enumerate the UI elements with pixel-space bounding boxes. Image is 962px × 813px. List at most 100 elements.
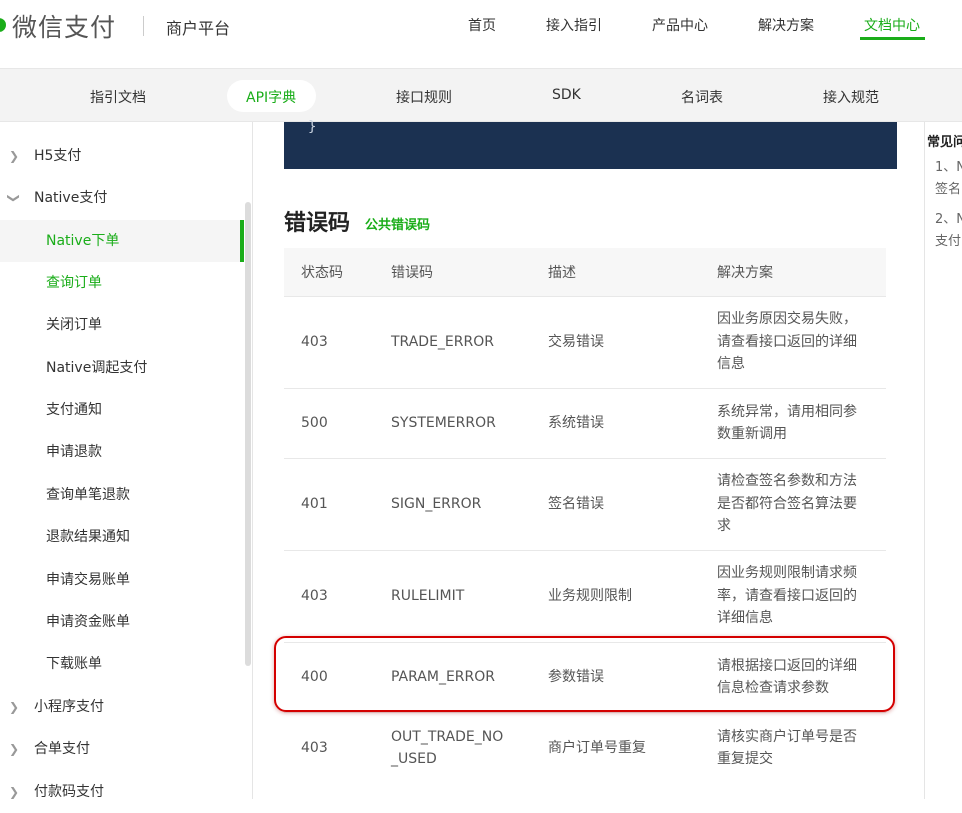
sidebar-group-combined-pay[interactable]: ❯ 合单支付: [0, 728, 244, 770]
sidebar-item-query-order[interactable]: 查询订单: [0, 262, 244, 304]
cell-status: 403: [284, 711, 391, 784]
sidebar-item-label: 查询订单: [46, 275, 102, 291]
cell-desc: 交易错误: [548, 295, 717, 388]
code-closing-brace: }: [308, 119, 317, 135]
chevron-right-icon: ❯: [9, 149, 20, 163]
cell-solution: 请核实商户订单号是否重复提交: [717, 711, 886, 784]
sidebar-item-label: 申请资金账单: [46, 614, 130, 630]
sidebar-group-mini-program[interactable]: ❯ 小程序支付: [0, 686, 244, 728]
sidebar-item-native-order[interactable]: Native下单: [0, 220, 244, 262]
sidebar-item-download-bill[interactable]: 下载账单: [0, 643, 244, 685]
sub-navigation: 指引文档 API字典 接口规则 SDK 名词表 接入规范: [0, 68, 962, 122]
logo-text[interactable]: 微信支付: [12, 8, 116, 44]
sidebar-item-close-order[interactable]: 关闭订单: [0, 304, 244, 346]
chevron-right-icon: ❯: [9, 785, 20, 799]
col-header-desc: 描述: [548, 248, 717, 296]
sidebar-item-pay-notify[interactable]: 支付通知: [0, 389, 244, 431]
table-row: 400 PARAM_ERROR 参数错误 请根据接口返回的详细信息检查请求参数: [284, 641, 886, 712]
sidebar-item-label: 申请退款: [46, 444, 102, 460]
sidebar-item-fund-bill[interactable]: 申请资金账单: [0, 601, 244, 643]
cell-status: 403: [284, 549, 391, 642]
cell-desc: 签名错误: [548, 457, 717, 550]
sidebar-item-label: 支付通知: [46, 402, 102, 418]
table-row: 500 SYSTEMERROR 系统错误 系统异常，请用相同参数重新调用: [284, 387, 886, 458]
cell-status: 401: [284, 457, 391, 550]
cell-solution: 请检查签名参数和方法是否都符合签名算法要求: [717, 457, 886, 550]
col-header-code: 错误码: [391, 248, 548, 296]
faq-panel: 常见问 1、N 签名 2、N 支付: [924, 122, 962, 799]
sidebar-item-label: Native支付: [34, 190, 108, 206]
sidebar-item-trade-bill[interactable]: 申请交易账单: [0, 559, 244, 601]
faq-item-cont[interactable]: 签名: [935, 178, 961, 197]
sidebar-item-label: 申请交易账单: [46, 572, 130, 588]
cell-solution: 请根据接口返回的详细信息检查请求参数: [717, 641, 886, 712]
cell-solution: 因业务原因交易失败，请查看接口返回的详细信息: [717, 295, 886, 388]
sidebar-item-label: Native下单: [46, 233, 120, 249]
sidebar-group-native-pay[interactable]: ❯ Native支付: [0, 177, 244, 219]
cell-solution: 系统异常，请用相同参数重新调用: [717, 387, 886, 458]
tab-api-dictionary[interactable]: API字典: [246, 87, 296, 107]
col-header-status: 状态码: [284, 248, 391, 296]
cell-status: 400: [284, 641, 391, 712]
sidebar: ❯ H5支付 ❯ Native支付 Native下单 查询订单 关闭订单 Nat…: [0, 122, 253, 800]
sidebar-item-label: 关闭订单: [46, 317, 102, 333]
cell-code: OUT_TRADE_NO_USED: [391, 711, 548, 784]
sidebar-item-label: 查询单笔退款: [46, 487, 130, 503]
sidebar-item-label: Native调起支付: [46, 360, 148, 376]
sidebar-item-refund[interactable]: 申请退款: [0, 431, 244, 473]
faq-item-cont[interactable]: 支付: [935, 230, 961, 249]
tab-sdk[interactable]: SDK: [552, 87, 581, 103]
cell-desc: 系统错误: [548, 387, 717, 458]
nav-solutions[interactable]: 解决方案: [758, 15, 814, 35]
table-row: 403 RULELIMIT 业务规则限制 因业务规则限制请求频率，请查看接口返回…: [284, 549, 886, 642]
nav-docs[interactable]: 文档中心: [864, 15, 920, 35]
nav-guide[interactable]: 接入指引: [546, 15, 602, 35]
chevron-right-icon: ❯: [9, 700, 20, 714]
cell-desc: 业务规则限制: [548, 549, 717, 642]
sidebar-item-label: 付款码支付: [34, 784, 104, 800]
tab-glossary[interactable]: 名词表: [681, 87, 723, 107]
sidebar-item-label: H5支付: [34, 148, 82, 164]
cell-status: 403: [284, 295, 391, 388]
sidebar-item-label: 合单支付: [34, 741, 90, 757]
cell-code: TRADE_ERROR: [391, 295, 548, 388]
nav-active-underline: [860, 37, 925, 40]
cell-solution: 因业务规则限制请求频率，请查看接口返回的详细信息: [717, 549, 886, 642]
public-error-codes-link[interactable]: 公共错误码: [365, 214, 430, 233]
code-block: }: [284, 119, 897, 169]
tab-interface-rules[interactable]: 接口规则: [396, 87, 452, 107]
tab-access-spec[interactable]: 接入规范: [823, 87, 879, 107]
chevron-right-icon: ❯: [9, 742, 20, 756]
cell-desc: 参数错误: [548, 641, 717, 712]
top-header: 微信支付 商户平台 首页 接入指引 产品中心 解决方案 文档中心: [0, 0, 962, 68]
table-row: 401 SIGN_ERROR 签名错误 请检查签名参数和方法是否都符合签名算法要…: [284, 457, 886, 550]
sidebar-item-label: 小程序支付: [34, 699, 104, 715]
sidebar-item-label: 下载账单: [46, 656, 102, 672]
sidebar-item-query-refund[interactable]: 查询单笔退款: [0, 474, 244, 516]
logo-divider: [143, 16, 144, 36]
table-header-row: 状态码 错误码 描述 解决方案: [284, 248, 886, 296]
sidebar-scrollbar-thumb[interactable]: [245, 202, 251, 666]
platform-name: 商户平台: [166, 19, 231, 38]
col-header-solution: 解决方案: [717, 248, 886, 296]
sidebar-group-code-pay[interactable]: ❯ 付款码支付: [0, 771, 244, 813]
section-title: 错误码: [284, 211, 351, 236]
sidebar-item-label: 退款结果通知: [46, 529, 130, 545]
sidebar-item-native-invoke[interactable]: Native调起支付: [0, 347, 244, 389]
sidebar-item-refund-notify[interactable]: 退款结果通知: [0, 516, 244, 558]
cell-status: 500: [284, 387, 391, 458]
sidebar-group-h5-pay[interactable]: ❯ H5支付: [0, 135, 244, 177]
nav-home[interactable]: 首页: [468, 15, 496, 35]
tab-guide-docs[interactable]: 指引文档: [90, 87, 146, 107]
cell-code: SYSTEMERROR: [391, 387, 548, 458]
cell-code: SIGN_ERROR: [391, 457, 548, 550]
nav-products[interactable]: 产品中心: [652, 15, 708, 35]
faq-item[interactable]: 2、N: [935, 208, 962, 227]
cell-code: PARAM_ERROR: [391, 641, 548, 712]
table-row: 403 OUT_TRADE_NO_USED 商户订单号重复 请核实商户订单号是否…: [284, 711, 886, 784]
faq-title: 常见问: [927, 135, 962, 150]
table-row: 403 TRADE_ERROR 交易错误 因业务原因交易失败，请查看接口返回的详…: [284, 295, 886, 388]
faq-item[interactable]: 1、N: [935, 156, 962, 175]
cell-code: RULELIMIT: [391, 549, 548, 642]
error-code-table: 状态码 错误码 描述 解决方案 403 TRADE_ERROR 交易错误 因业务…: [284, 248, 886, 784]
